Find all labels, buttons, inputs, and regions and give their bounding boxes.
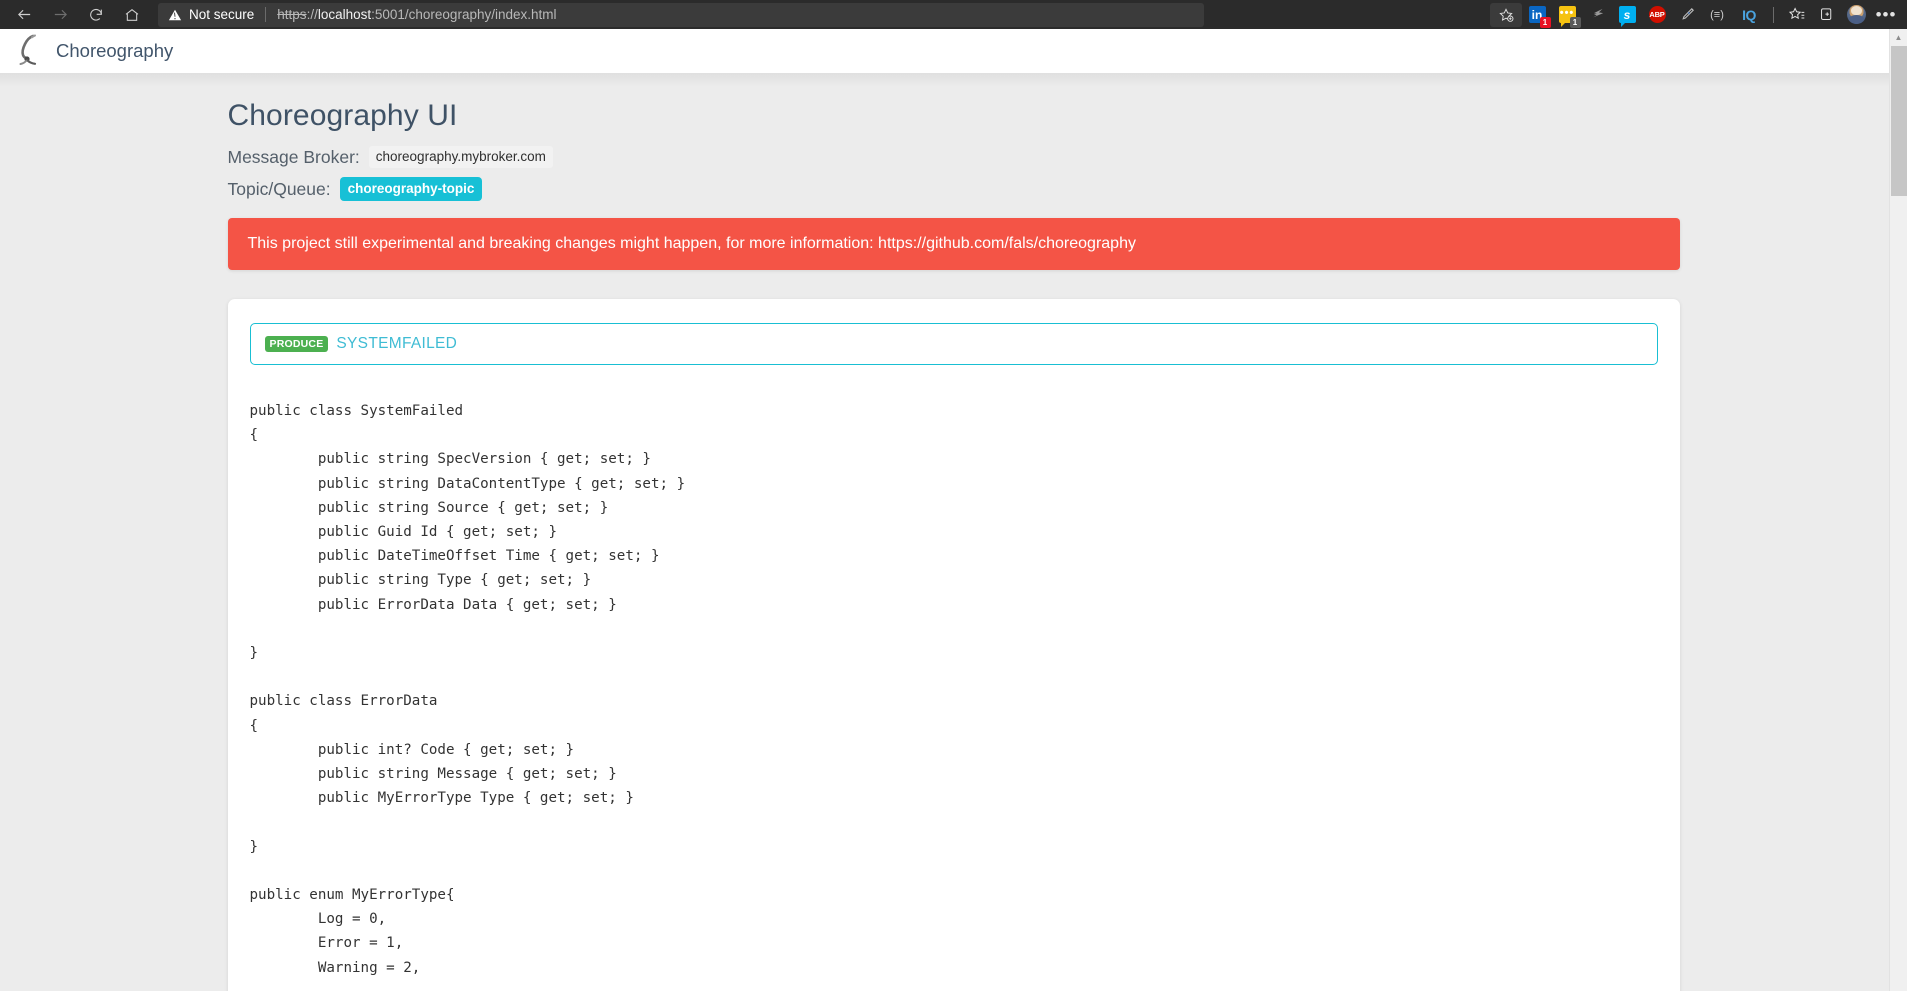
home-icon[interactable] xyxy=(114,2,150,28)
more-options-glyph: ••• xyxy=(1875,4,1897,24)
iq-glyph: IQ xyxy=(1742,6,1756,23)
profile-avatar[interactable] xyxy=(1841,2,1871,28)
adblock-plus-extension-icon[interactable]: ABP xyxy=(1642,2,1672,28)
accessibility-extension-icon[interactable]: (≡) xyxy=(1702,2,1732,28)
accessibility-glyph: (≡) xyxy=(1710,8,1724,21)
url-text: https://localhost:5001/choreography/inde… xyxy=(277,7,556,22)
url-scheme: https xyxy=(277,7,307,22)
collections-icon[interactable] xyxy=(1811,2,1841,28)
add-favorite-icon[interactable] xyxy=(1490,2,1522,27)
produce-badge: PRODUCE xyxy=(264,335,329,353)
scrollbar-thumb[interactable] xyxy=(1891,46,1907,196)
linkedin-extension-icon[interactable]: in 1 xyxy=(1522,2,1552,28)
skype-extension-icon[interactable]: s xyxy=(1612,2,1642,28)
favorites-list-icon[interactable] xyxy=(1781,2,1811,28)
site-navbar: Choreography xyxy=(0,29,1907,73)
toolbar-divider xyxy=(1773,6,1774,23)
not-secure-warning-icon xyxy=(168,8,182,22)
topic-queue-label: Topic/Queue: xyxy=(227,178,331,199)
notes-glyph: ••• 1 xyxy=(1558,6,1581,28)
accordion-title-label: SYSTEMFAILED xyxy=(336,335,458,352)
forward-arrow-icon[interactable] xyxy=(42,2,78,28)
message-broker-value: choreography.mybroker.com xyxy=(368,146,553,168)
linkedin-badge-count: 1 xyxy=(1539,17,1551,28)
page-viewport: Choreography Choreography UI Message Bro… xyxy=(0,29,1907,991)
notes-extension-icon[interactable]: ••• 1 xyxy=(1552,2,1582,28)
more-options-icon[interactable]: ••• xyxy=(1871,2,1901,28)
back-arrow-icon[interactable] xyxy=(6,2,42,28)
page-scrollbar[interactable]: ▲ xyxy=(1889,29,1907,991)
browser-toolbar: Not secure https://localhost:5001/choreo… xyxy=(0,0,1907,29)
page-container: Choreography UI Message Broker: choreogr… xyxy=(227,73,1680,991)
avatar-image xyxy=(1846,5,1866,24)
toolbar-actions: in 1 ••• 1 s ABP (≡) IQ ••• xyxy=(1490,0,1907,29)
operations-card: PRODUCE SYSTEMFAILED public class System… xyxy=(227,299,1680,991)
message-broker-label: Message Broker: xyxy=(227,146,360,167)
topic-queue-row: Topic/Queue: choreography-topic xyxy=(228,177,1680,201)
message-broker-row: Message Broker: choreography.mybroker.co… xyxy=(228,146,1680,168)
url-path: :5001/choreography/index.html xyxy=(371,7,557,22)
experimental-warning-alert: This project still experimental and brea… xyxy=(227,218,1680,270)
systemfailed-schema-code: public class SystemFailed { public strin… xyxy=(249,403,686,976)
page-title: Choreography UI xyxy=(227,99,458,132)
address-divider xyxy=(265,7,267,22)
url-host: localhost xyxy=(317,7,372,22)
iq-extension-icon[interactable]: IQ xyxy=(1732,2,1766,28)
highlighter-extension-icon[interactable] xyxy=(1672,2,1702,28)
scrollbar-up-arrow[interactable]: ▲ xyxy=(1890,29,1907,46)
accordion-item-systemfailed[interactable]: PRODUCE SYSTEMFAILED xyxy=(249,323,1658,365)
address-bar[interactable]: Not secure https://localhost:5001/choreo… xyxy=(158,2,1204,27)
notes-badge-count: 1 xyxy=(1569,17,1581,28)
url-scheme-separator: :// xyxy=(306,7,318,22)
topic-queue-badge: choreography-topic xyxy=(339,177,483,201)
abp-glyph: ABP xyxy=(1648,6,1666,23)
evernote-extension-icon[interactable] xyxy=(1582,2,1612,28)
linkedin-glyph: in 1 xyxy=(1528,6,1551,28)
reload-icon[interactable] xyxy=(78,2,114,28)
choreography-logo xyxy=(19,34,37,65)
skype-glyph: s xyxy=(1618,6,1636,27)
security-status-label: Not secure xyxy=(189,7,255,22)
site-brand-label[interactable]: Choreography xyxy=(56,40,173,62)
